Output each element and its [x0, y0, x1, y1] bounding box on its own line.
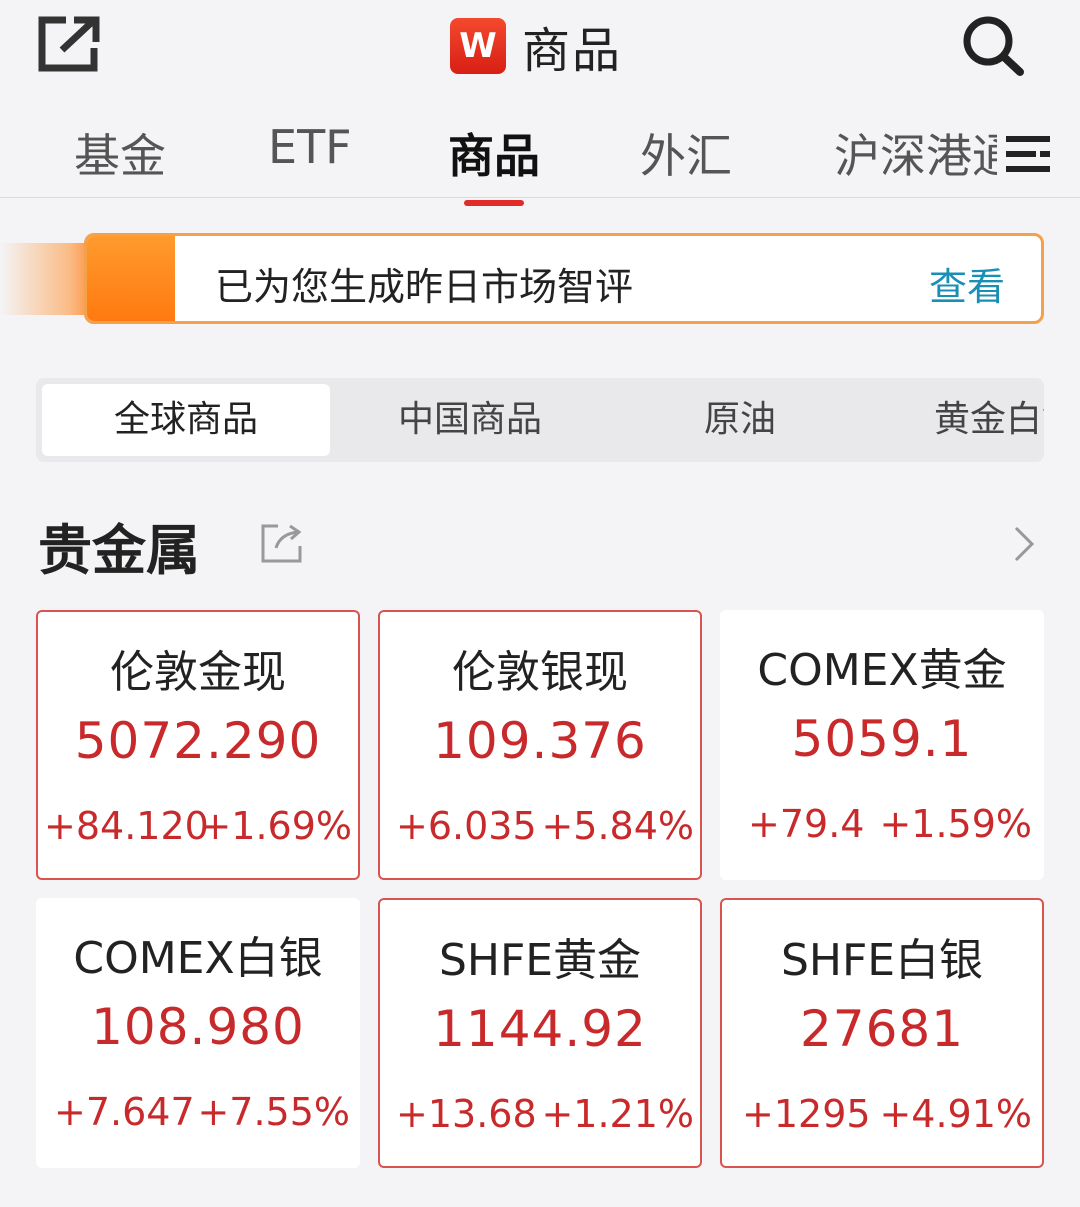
- tab-label: 基金: [74, 129, 166, 183]
- quote-change-pct: +7.55%: [197, 1090, 350, 1134]
- subtab-gold-silver[interactable]: 黄金白银: [934, 378, 1044, 462]
- quote-change-pct: +4.91%: [879, 1092, 1032, 1136]
- quote-price: 27681: [799, 1000, 965, 1058]
- section-title: 贵金属: [38, 519, 200, 582]
- quote-name: COMEX黄金: [757, 645, 1007, 696]
- quote-change-pct: +5.84%: [541, 804, 694, 848]
- subtab-china-commodities[interactable]: 中国商品: [398, 378, 542, 462]
- quote-name: SHFE黄金: [438, 935, 642, 986]
- banner-box: 已为您生成昨日市场智评 查看: [84, 233, 1044, 324]
- quote-price: 108.980: [91, 998, 305, 1056]
- tab-label: 沪深港通: [834, 129, 997, 183]
- share-icon[interactable]: [260, 522, 304, 564]
- subtab-global-commodities[interactable]: 全球商品: [42, 384, 330, 456]
- quote-price: 1144.92: [433, 1000, 647, 1058]
- quote-price: 5072.290: [74, 712, 322, 770]
- quote-name: 伦敦金现: [110, 647, 286, 698]
- quote-name: COMEX白银: [73, 933, 323, 984]
- quote-card[interactable]: 伦敦银现 109.376 +6.035 +5.84%: [378, 610, 702, 880]
- app-title-group: W 商品: [450, 16, 622, 79]
- subtab-crude-oil[interactable]: 原油: [704, 378, 776, 462]
- quote-change-pct: +1.21%: [541, 1092, 694, 1136]
- quote-card[interactable]: COMEX黄金 5059.1 +79.4 +1.59%: [720, 610, 1044, 880]
- top-bar: W 商品: [0, 0, 1080, 100]
- tab-label: 外汇: [640, 129, 732, 183]
- quote-price: 109.376: [433, 712, 647, 770]
- tab-commodity[interactable]: 商品: [448, 120, 540, 206]
- quote-name: 伦敦银现: [452, 647, 628, 698]
- quote-change: +6.035: [396, 804, 537, 848]
- quote-change: +1295: [742, 1092, 871, 1136]
- active-tab-indicator: [464, 200, 524, 206]
- banner-text: 已为您生成昨日市场智评: [215, 265, 634, 309]
- tab-fund[interactable]: 基金: [74, 120, 166, 186]
- category-tabs: 基金 ETF 商品 外汇 沪深港通: [0, 108, 1080, 206]
- quote-card[interactable]: 伦敦金现 5072.290 +84.120 +1.69%: [36, 610, 360, 880]
- quote-change: +13.68: [396, 1092, 537, 1136]
- tab-label: ETF: [268, 120, 352, 174]
- page-title: 商品: [522, 23, 623, 79]
- commodity-subtabs: 全球商品 中国商品 原油 黄金白银: [36, 378, 1044, 462]
- quote-change-pct: +1.59%: [879, 802, 1032, 846]
- tab-connect-clip: 沪深港通: [832, 120, 997, 190]
- quote-card[interactable]: SHFE白银 27681 +1295 +4.91%: [720, 898, 1044, 1168]
- menu-icon[interactable]: [1004, 132, 1052, 176]
- quote-card[interactable]: COMEX白银 108.980 +7.647 +7.55%: [36, 898, 360, 1168]
- banner-accent: [87, 236, 175, 321]
- quote-change-pct: +1.69%: [199, 804, 352, 848]
- share-icon[interactable]: [36, 14, 102, 74]
- quote-name: SHFE白银: [780, 935, 984, 986]
- app-logo: W: [450, 18, 506, 74]
- tab-forex[interactable]: 外汇: [640, 120, 732, 186]
- quote-price: 5059.1: [791, 710, 973, 768]
- tab-etf[interactable]: ETF: [268, 120, 352, 174]
- tab-connect[interactable]: 沪深港通: [834, 120, 997, 186]
- market-review-banner[interactable]: 已为您生成昨日市场智评 查看: [0, 233, 1045, 324]
- quote-change: +7.647: [54, 1090, 195, 1134]
- quote-change: +79.4: [748, 802, 865, 846]
- banner-view-link[interactable]: 查看: [929, 256, 1005, 311]
- search-icon[interactable]: [960, 14, 1026, 76]
- quote-card[interactable]: SHFE黄金 1144.92 +13.68 +1.21%: [378, 898, 702, 1168]
- chevron-right-icon[interactable]: [1010, 524, 1038, 564]
- tab-label: 商品: [448, 129, 540, 183]
- quote-change: +84.120: [44, 804, 209, 848]
